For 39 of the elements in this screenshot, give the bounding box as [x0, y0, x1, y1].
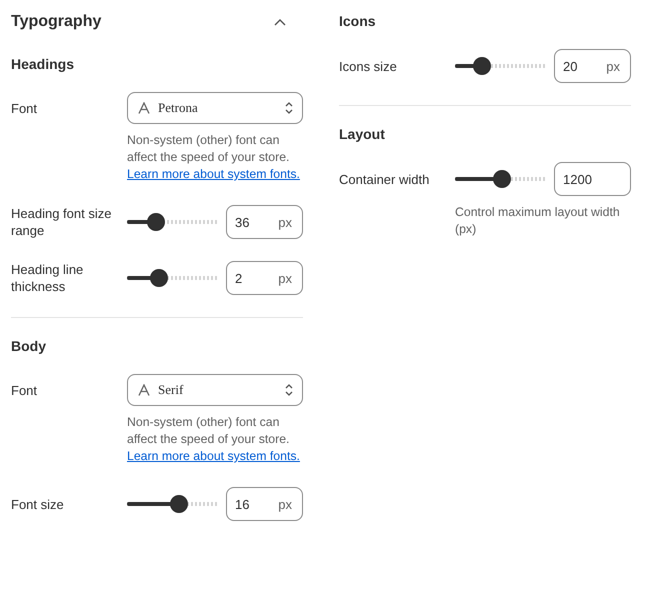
font-icon	[138, 102, 150, 114]
section-heading: Icons	[339, 13, 377, 29]
field-label: Heading line thickness	[11, 261, 84, 295]
number-field[interactable]: 16 px	[226, 487, 303, 521]
section-heading: Body	[11, 338, 47, 354]
range-slider[interactable]	[127, 212, 217, 232]
range-slider[interactable]	[127, 268, 217, 288]
section-heading: Headings	[11, 56, 76, 72]
field-label: Font	[11, 100, 38, 116]
field-label: Font size	[11, 496, 65, 512]
font-icon	[138, 384, 150, 396]
select-arrows-icon	[284, 382, 294, 398]
help-link[interactable]: Learn more about system fonts.	[127, 166, 300, 183]
field-label: Icons size	[339, 58, 398, 74]
number-field[interactable]: 1200	[554, 162, 631, 196]
slider-thumb[interactable]	[492, 170, 511, 188]
number-field[interactable]: 36 px	[226, 205, 303, 239]
number-field[interactable]: 20 px	[554, 49, 631, 83]
section-heading: Layout	[339, 126, 386, 142]
help-text: Non-system (other) font can affect the speed of your store. Learn more about system fonts.	[127, 132, 301, 183]
field-label: Container width	[339, 170, 430, 188]
number-field[interactable]: 2 px	[226, 261, 303, 295]
help-text: Non-system (other) font can affect the speed of your store. Learn more about system fonts.	[127, 414, 301, 465]
range-slider[interactable]	[455, 169, 545, 189]
chevron-icon[interactable]	[274, 18, 286, 26]
slider-thumb[interactable]	[146, 213, 165, 231]
select-arrows-icon	[284, 100, 294, 116]
field-label: Heading font size range	[11, 205, 112, 239]
help-link[interactable]: Learn more about system fonts.	[127, 448, 300, 465]
slider-thumb[interactable]	[170, 495, 188, 513]
range-slider[interactable]	[455, 56, 545, 76]
panel-title: Typography	[11, 13, 102, 31]
range-slider[interactable]	[127, 494, 217, 514]
field-label: Font	[11, 382, 38, 398]
font-select[interactable]: Petrona	[127, 92, 303, 124]
font-select[interactable]: Serif	[127, 374, 303, 406]
slider-thumb[interactable]	[150, 269, 168, 287]
slider-thumb[interactable]	[473, 57, 491, 75]
help-text: Control maximum layout width (px)	[455, 204, 621, 238]
